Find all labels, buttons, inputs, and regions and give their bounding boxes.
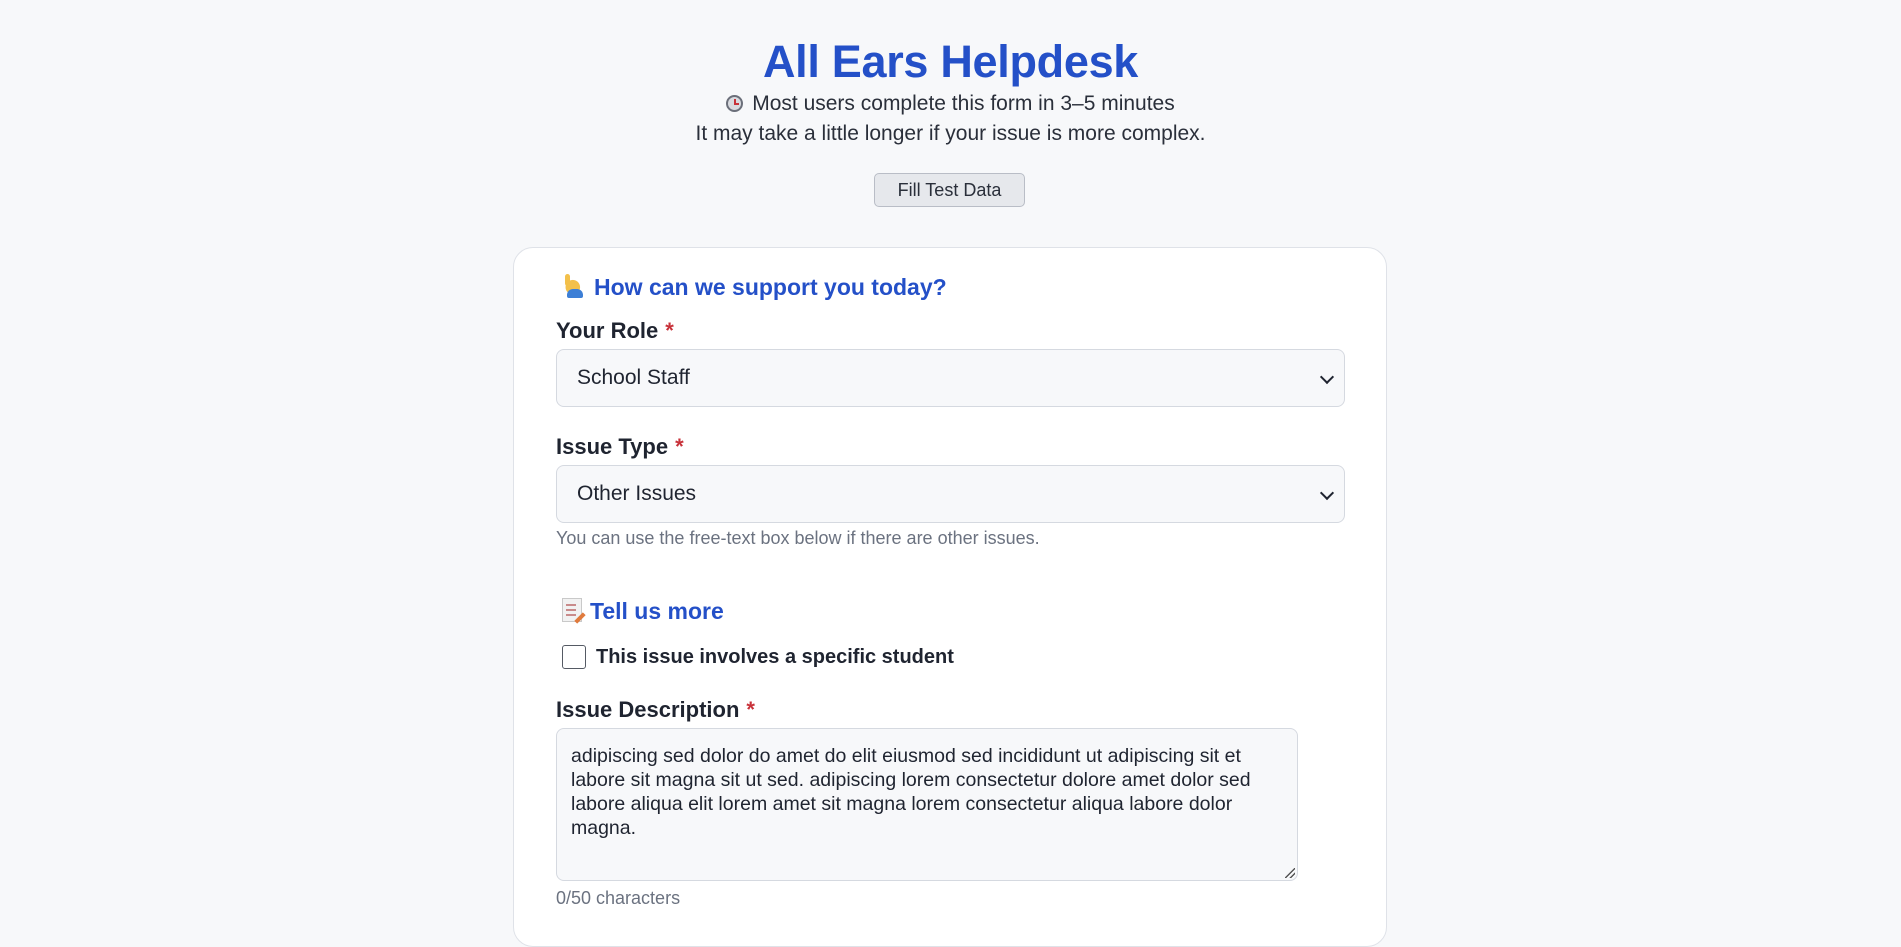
description-label: Issue Description *: [556, 697, 755, 723]
time-estimate-text: Most users complete this form in 3–5 min…: [752, 92, 1175, 115]
fill-test-data-button[interactable]: Fill Test Data: [874, 173, 1025, 207]
role-label: Your Role *: [556, 318, 674, 344]
chevron-down-icon: [1319, 485, 1335, 501]
issue-description-textarea[interactable]: adipiscing sed dolor do amet do elit eiu…: [556, 728, 1298, 881]
role-select[interactable]: School Staff: [556, 349, 1345, 407]
issue-type-select[interactable]: Other Issues: [556, 465, 1345, 523]
role-selected-value: School Staff: [577, 366, 690, 389]
raising-hand-icon: [562, 274, 586, 298]
required-asterisk: *: [675, 434, 684, 459]
role-label-text: Your Role: [556, 318, 659, 343]
clock-icon: [726, 95, 744, 112]
issue-type-hint: You can use the free-text box below if t…: [556, 528, 1040, 548]
issue-type-label-text: Issue Type: [556, 434, 669, 459]
support-section-heading: How can we support you today?: [562, 274, 947, 301]
student-checkbox[interactable]: [562, 645, 586, 669]
student-checkbox-label: This issue involves a specific student: [596, 645, 954, 668]
support-section-title: How can we support you today?: [594, 274, 947, 300]
memo-icon: [562, 598, 582, 622]
details-section-title: Tell us more: [590, 598, 724, 624]
resize-handle-icon[interactable]: [1285, 868, 1295, 878]
character-counter: 0/50 characters: [556, 888, 681, 908]
complexity-note: It may take a little longer if your issu…: [695, 122, 1206, 145]
time-estimate-note: Most users complete this form in 3–5 min…: [0, 92, 1901, 116]
page-title: All Ears Helpdesk: [762, 36, 1139, 88]
details-section-heading: Tell us more: [562, 598, 724, 625]
student-checkbox-row[interactable]: This issue involves a specific student: [562, 645, 954, 669]
required-asterisk: *: [746, 697, 755, 722]
required-asterisk: *: [665, 318, 674, 343]
issue-description-value: adipiscing sed dolor do amet do elit eiu…: [571, 745, 1251, 839]
issue-type-selected-value: Other Issues: [577, 482, 697, 505]
chevron-down-icon: [1319, 369, 1335, 385]
helpdesk-form-card: How can we support you today? Your Role *…: [513, 247, 1387, 947]
description-label-text: Issue Description: [556, 697, 740, 722]
issue-type-label: Issue Type *: [556, 434, 684, 460]
